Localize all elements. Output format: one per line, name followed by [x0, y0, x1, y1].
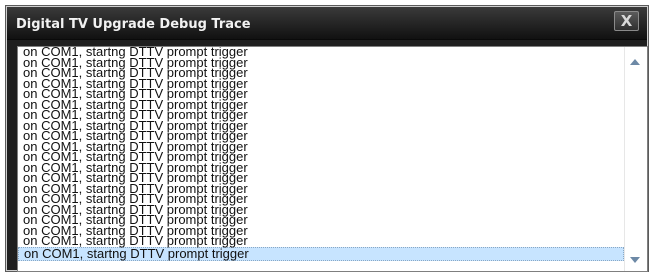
window-titlebar[interactable]: Digital TV Upgrade Debug Trace X [7, 7, 647, 40]
close-button[interactable]: X [614, 11, 639, 31]
scroll-down-arrow-icon[interactable] [630, 257, 640, 263]
trace-log-list[interactable]: on COM1, startng DTTV prompt trigger on … [18, 47, 624, 271]
log-line-selected[interactable]: on COM1, startng DTTV prompt trigger [18, 246, 624, 261]
debug-trace-window: Digital TV Upgrade Debug Trace X on COM1… [5, 5, 649, 272]
scroll-up-arrow-icon[interactable] [630, 59, 640, 65]
vertical-scrollbar[interactable] [624, 47, 647, 271]
window-title: Digital TV Upgrade Debug Trace [16, 17, 251, 32]
trace-log-panel[interactable]: on COM1, startng DTTV prompt trigger on … [17, 46, 648, 272]
close-icon: X [620, 12, 633, 30]
log-line[interactable]: on COM1, startng DTTV prompt trigger [18, 234, 624, 246]
